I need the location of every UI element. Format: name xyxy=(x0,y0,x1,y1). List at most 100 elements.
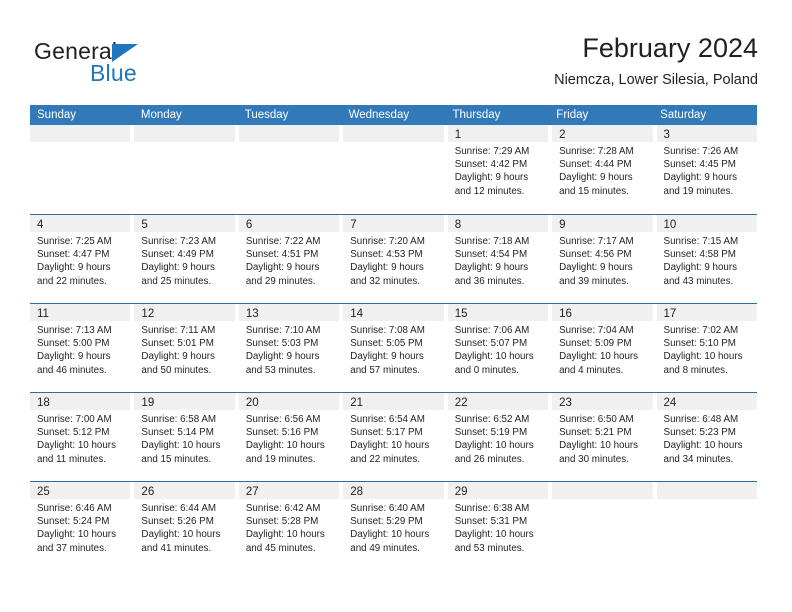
day-cell[interactable]: 27 Sunrise: 6:42 AM Sunset: 5:28 PM Dayligh… xyxy=(238,482,344,570)
day-cell[interactable]: 17 Sunrise: 7:02 AM Sunset: 5:10 PM Dayligh… xyxy=(656,304,757,392)
sunrise-text: Sunrise: 6:40 AM xyxy=(350,503,425,514)
day-details xyxy=(30,142,130,145)
daylight-minutes-text: and 32 minutes. xyxy=(350,275,420,287)
day-number: 27 xyxy=(245,486,259,498)
calendar-week-row: 11 Sunrise: 7:13 AM Sunset: 5:00 PM Dayligh… xyxy=(30,303,757,392)
daylight-minutes-text: and 15 minutes. xyxy=(141,453,212,465)
weekday-header-row: Sunday Monday Tuesday Wednesday Thursday Frid… xyxy=(30,105,757,125)
day-cell[interactable]: 20 Sunrise: 6:56 AM Sunset: 5:16 PM Dayligh… xyxy=(238,393,344,481)
day-cell[interactable]: 6 Sunrise: 7:22 AM Sunset: 4:51 PM Daylight… xyxy=(238,215,344,303)
sunrise-text: Sunrise: 6:48 AM xyxy=(663,414,739,425)
day-number-band: 16 xyxy=(552,304,653,321)
day-cell[interactable]: 21 Sunrise: 6:54 AM Sunset: 5:17 PM Dayligh… xyxy=(343,393,448,481)
sunset-text: Sunset: 5:03 PM xyxy=(245,338,319,350)
daylight-minutes-text: and 30 minutes. xyxy=(559,453,629,465)
sunset-text: Sunset: 4:47 PM xyxy=(37,249,110,261)
daylight-text: Daylight: 9 hours xyxy=(454,262,529,274)
day-cell[interactable]: 4 Sunrise: 7:25 AM Sunset: 4:47 PM Daylight… xyxy=(30,215,135,303)
day-cell[interactable]: 13 Sunrise: 7:10 AM Sunset: 5:03 PM Dayligh… xyxy=(238,304,344,392)
day-number: 18 xyxy=(37,397,50,409)
day-cell[interactable]: 12 Sunrise: 7:11 AM Sunset: 5:01 PM Dayligh… xyxy=(134,304,239,392)
sunset-text: Sunset: 5:21 PM xyxy=(559,427,632,439)
daylight-minutes-text: and 43 minutes. xyxy=(663,275,734,287)
sunrise-text: Sunrise: 7:20 AM xyxy=(350,236,425,247)
sunset-text: Sunset: 5:31 PM xyxy=(454,516,528,528)
day-cell-empty xyxy=(343,125,448,214)
sunset-text: Sunset: 5:01 PM xyxy=(141,338,214,350)
day-cell[interactable]: 16 Sunrise: 7:04 AM Sunset: 5:09 PM Dayligh… xyxy=(552,304,657,392)
day-number: 4 xyxy=(37,219,44,231)
day-cell[interactable]: 8 Sunrise: 7:18 AM Sunset: 4:54 PM Daylight… xyxy=(447,215,553,303)
daylight-minutes-text: and 36 minutes. xyxy=(454,275,525,287)
daylight-minutes-text: and 37 minutes. xyxy=(37,542,107,554)
day-number: 11 xyxy=(37,308,49,320)
day-cell[interactable]: 24 Sunrise: 6:48 AM Sunset: 5:23 PM Dayligh… xyxy=(656,393,757,481)
day-cell[interactable]: 11 Sunrise: 7:13 AM Sunset: 5:00 PM Dayligh… xyxy=(30,304,135,392)
day-cell[interactable]: 22 Sunrise: 6:52 AM Sunset: 5:19 PM Dayligh… xyxy=(447,393,553,481)
daylight-minutes-text: and 53 minutes. xyxy=(454,542,525,554)
daylight-text: Daylight: 9 hours xyxy=(245,351,320,363)
day-number: 2 xyxy=(559,129,566,141)
sunset-text: Sunset: 5:19 PM xyxy=(454,427,528,439)
day-number-band: 29 xyxy=(447,482,549,499)
day-number-band: 25 xyxy=(30,482,131,499)
day-cell[interactable]: 18 Sunrise: 7:00 AM Sunset: 5:12 PM Dayligh… xyxy=(30,393,135,481)
day-details xyxy=(552,499,652,502)
day-cell[interactable]: 26 Sunrise: 6:44 AM Sunset: 5:26 PM Dayligh… xyxy=(134,482,239,570)
day-number-band xyxy=(30,125,131,142)
day-cell[interactable]: 7 Sunrise: 7:20 AM Sunset: 4:53 PM Daylight… xyxy=(343,215,448,303)
daylight-minutes-text: and 22 minutes. xyxy=(37,275,107,287)
day-cell[interactable]: 10 Sunrise: 7:15 AM Sunset: 4:58 PM Dayligh… xyxy=(656,215,757,303)
day-details xyxy=(343,142,443,145)
day-cell[interactable]: 23 Sunrise: 6:50 AM Sunset: 5:21 PM Dayligh… xyxy=(552,393,657,481)
daylight-minutes-text: and 8 minutes. xyxy=(663,364,728,376)
daylight-text: Daylight: 10 hours xyxy=(141,529,221,541)
day-cell[interactable]: 25 Sunrise: 6:46 AM Sunset: 5:24 PM Dayligh… xyxy=(30,482,135,570)
day-number: 21 xyxy=(350,397,364,409)
weekday-header-friday: Friday xyxy=(556,109,589,121)
day-number-band: 6 xyxy=(238,215,340,232)
day-number-band: 4 xyxy=(30,215,131,232)
daylight-text: Daylight: 10 hours xyxy=(454,529,534,541)
day-cell[interactable]: 1 Sunrise: 7:29 AM Sunset: 4:42 PM Daylight… xyxy=(447,125,553,214)
day-details: Sunrise: 7:15 AM Sunset: 4:58 PM Daylight:… xyxy=(657,232,757,288)
daylight-text: Daylight: 10 hours xyxy=(245,529,325,541)
day-cell[interactable]: 14 Sunrise: 7:08 AM Sunset: 5:05 PM Dayligh… xyxy=(343,304,448,392)
day-cell[interactable]: 28 Sunrise: 6:40 AM Sunset: 5:29 PM Dayligh… xyxy=(343,482,448,570)
sunset-text: Sunset: 5:17 PM xyxy=(350,427,423,439)
day-cell[interactable]: 2 Sunrise: 7:28 AM Sunset: 4:44 PM Daylight… xyxy=(552,125,657,214)
day-number-band: 10 xyxy=(656,215,757,232)
sunrise-text: Sunrise: 6:54 AM xyxy=(350,414,425,425)
sunrise-text: Sunrise: 7:22 AM xyxy=(245,236,321,247)
day-number-band xyxy=(238,125,340,142)
sunset-text: Sunset: 4:54 PM xyxy=(454,249,528,261)
sunset-text: Sunset: 5:23 PM xyxy=(663,427,736,439)
sunrise-text: Sunrise: 6:50 AM xyxy=(559,414,634,425)
day-cell[interactable]: 9 Sunrise: 7:17 AM Sunset: 4:56 PM Daylight… xyxy=(552,215,657,303)
sunrise-text: Sunrise: 6:52 AM xyxy=(454,414,530,425)
sunrise-text: Sunrise: 6:42 AM xyxy=(245,503,321,514)
day-details: Sunrise: 6:48 AM Sunset: 5:23 PM Daylight:… xyxy=(657,410,757,466)
day-number: 16 xyxy=(559,308,572,320)
daylight-minutes-text: and 26 minutes. xyxy=(454,453,525,465)
daylight-text: Daylight: 10 hours xyxy=(559,351,639,363)
day-details: Sunrise: 7:25 AM Sunset: 4:47 PM Daylight:… xyxy=(30,232,130,288)
day-details: Sunrise: 6:52 AM Sunset: 5:19 PM Daylight:… xyxy=(448,410,548,466)
day-cell[interactable]: 19 Sunrise: 6:58 AM Sunset: 5:14 PM Dayligh… xyxy=(134,393,239,481)
daylight-minutes-text: and 41 minutes. xyxy=(141,542,212,554)
day-cell[interactable]: 5 Sunrise: 7:23 AM Sunset: 4:49 PM Daylight… xyxy=(134,215,239,303)
day-details: Sunrise: 7:29 AM Sunset: 4:42 PM Daylight:… xyxy=(448,142,548,198)
day-cell[interactable]: 15 Sunrise: 7:06 AM Sunset: 5:07 PM Dayligh… xyxy=(447,304,553,392)
day-number: 12 xyxy=(141,308,155,320)
day-number-band: 14 xyxy=(343,304,444,321)
sunrise-text: Sunrise: 7:15 AM xyxy=(663,236,739,247)
daylight-text: Daylight: 10 hours xyxy=(141,440,221,452)
day-number-band xyxy=(552,482,653,499)
day-number: 9 xyxy=(559,219,566,231)
day-cell[interactable]: 29 Sunrise: 6:38 AM Sunset: 5:31 PM Dayligh… xyxy=(447,482,553,570)
daylight-text: Daylight: 9 hours xyxy=(663,262,738,274)
day-cell-empty xyxy=(552,482,657,570)
day-cell[interactable]: 3 Sunrise: 7:26 AM Sunset: 4:45 PM Daylight… xyxy=(656,125,757,214)
daylight-minutes-text: and 34 minutes. xyxy=(663,453,734,465)
day-details: Sunrise: 7:20 AM Sunset: 4:53 PM Daylight:… xyxy=(343,232,443,288)
